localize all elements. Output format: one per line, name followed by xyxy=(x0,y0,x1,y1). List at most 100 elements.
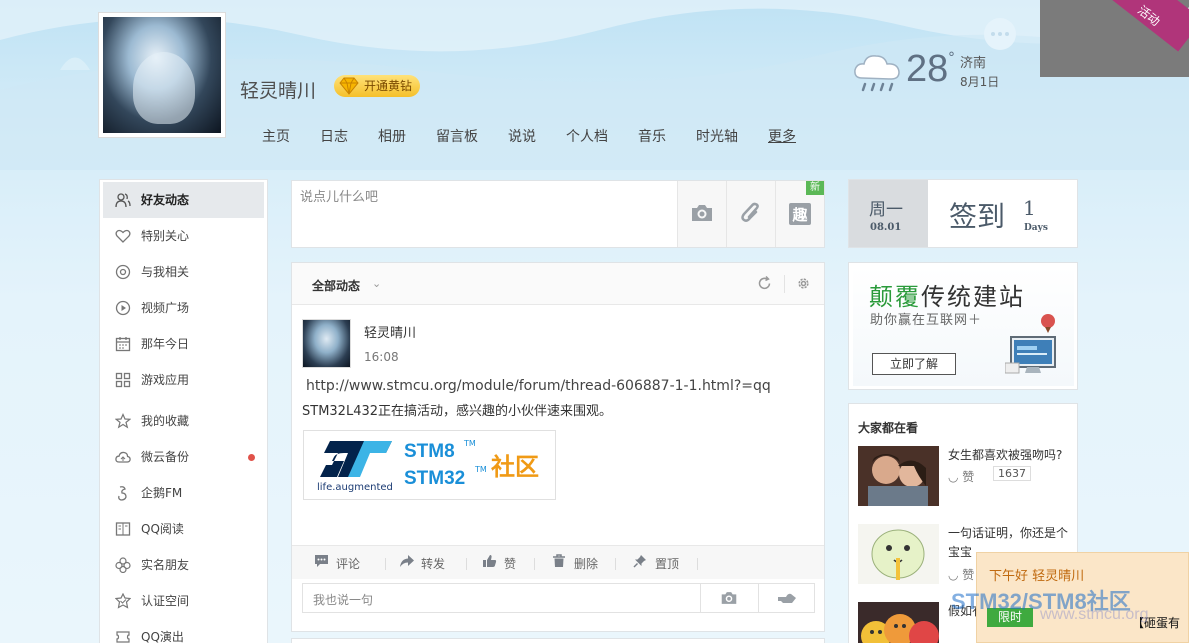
comment-label: 评论 xyxy=(336,557,361,571)
sidebar-item-video[interactable]: 视频广场 xyxy=(100,290,267,326)
reply-photo-button[interactable] xyxy=(700,584,758,612)
sidebar-item-label: 游戏应用 xyxy=(141,373,190,387)
corner-ad-label: 活动 xyxy=(1107,0,1189,52)
sidebar-item-special-care[interactable]: 特别关心 xyxy=(100,218,267,254)
trending-like[interactable]: ◡ 赞 xyxy=(948,468,974,485)
ad-subtitle: 助你赢在互联网＋ xyxy=(870,313,983,328)
nav-blog[interactable]: 日志 xyxy=(320,126,348,146)
sidebar-item-real-name-friends[interactable]: 实名朋友 xyxy=(100,547,267,583)
fm-icon xyxy=(118,486,127,501)
sidebar-item-favorites[interactable]: 我的收藏 xyxy=(100,403,267,439)
refresh-icon[interactable] xyxy=(757,276,772,291)
sidebar-item-label: QQ阅读 xyxy=(141,522,184,536)
sidebar-item-qq-reading[interactable]: QQ阅读 xyxy=(100,511,267,547)
sidebar-item-label: 特别关心 xyxy=(141,229,190,243)
corner-ad[interactable]: 活动 xyxy=(1040,0,1189,77)
new-badge: 新 xyxy=(806,181,824,195)
sidebar-item-label: QQ演出 xyxy=(141,630,184,643)
ad-title-highlight: 颠覆 xyxy=(869,283,921,311)
like-button[interactable]: 赞 xyxy=(482,555,516,572)
feed-filter-dropdown[interactable]: 全部动态 xyxy=(312,277,360,294)
weather-date: 8月1日 xyxy=(960,75,1000,89)
nav-home[interactable]: 主页 xyxy=(262,126,290,146)
sidebar-item-friends-feed[interactable]: 好友动态 xyxy=(103,182,264,218)
hand-icon xyxy=(778,593,796,603)
nav-guestbook[interactable]: 留言板 xyxy=(436,126,478,146)
sidebar-item-qq-shows[interactable]: QQ演出 xyxy=(100,619,267,643)
st-logo-icon xyxy=(320,441,392,477)
stm8-label: STM8 xyxy=(404,441,455,462)
trash-icon xyxy=(553,554,565,567)
friends-icon xyxy=(115,193,131,208)
checkin-widget[interactable]: 周一 08.01 签到 1 Days xyxy=(848,179,1078,248)
weather-degree: ° xyxy=(948,50,955,66)
post-link[interactable]: http://www.stmcu.org/module/forum/thread… xyxy=(306,378,771,394)
weather-temperature: 28 xyxy=(906,48,949,90)
status-composer: 说点儿什么吧 趣 新 xyxy=(291,180,825,248)
nav-music[interactable]: 音乐 xyxy=(638,126,666,146)
fun-icon: 趣 xyxy=(789,203,811,225)
post-image[interactable]: life.augmented STM8 TM STM32 TM 社区 xyxy=(303,430,556,500)
pin-icon xyxy=(633,555,646,568)
chevron-down-icon[interactable]: ⌄ xyxy=(372,277,381,290)
link-button[interactable] xyxy=(726,181,775,247)
sidebar-item-games[interactable]: 游戏应用 xyxy=(100,362,267,398)
delete-button[interactable]: 删除 xyxy=(552,554,599,572)
profile-avatar[interactable] xyxy=(98,12,226,138)
delete-label: 删除 xyxy=(574,557,599,571)
stm8-trademark: TM xyxy=(464,439,476,448)
ad-title: 颠覆传统建站 xyxy=(869,277,1025,312)
pin-button[interactable]: 置顶 xyxy=(633,555,679,572)
checkin-date: 08.01 xyxy=(870,222,902,233)
sidebar-item-on-this-day[interactable]: 那年今日 xyxy=(100,326,267,362)
nav-more[interactable]: 更多 xyxy=(768,126,796,146)
calendar-icon xyxy=(115,337,131,352)
gear-icon[interactable] xyxy=(796,276,811,291)
sidebar-item-penguin-fm[interactable]: 企鹅FM xyxy=(100,475,267,511)
sidebar-item-verified-space[interactable]: 认证空间 xyxy=(100,583,267,619)
nav-album[interactable]: 相册 xyxy=(378,126,406,146)
checkin-count: 1 xyxy=(1023,196,1036,220)
link-icon xyxy=(741,202,759,222)
nav-shuoshuo[interactable]: 说说 xyxy=(508,126,536,146)
stm32-label: STM32 xyxy=(404,468,466,489)
ad-learn-more-button[interactable]: 立即了解 xyxy=(872,353,956,375)
status-input[interactable]: 说点儿什么吧 xyxy=(300,186,378,205)
post-author-name[interactable]: 轻灵晴川 xyxy=(364,322,416,341)
book-icon xyxy=(115,522,131,536)
camera-icon xyxy=(692,205,712,221)
trending-like[interactable]: ◡ 赞 xyxy=(948,566,974,583)
checkin-button[interactable]: 签到 xyxy=(949,195,1005,235)
notification-dot xyxy=(248,454,255,461)
website-builder-ad[interactable]: 颠覆传统建站 助你赢在互联网＋ 立即了解 xyxy=(848,262,1078,390)
sidebar-item-label: 视频广场 xyxy=(141,301,190,315)
reply-input[interactable]: 我也说一句 xyxy=(313,591,373,608)
vip-button[interactable]: 开通黄钻 xyxy=(334,75,421,97)
vip-label: 开通黄钻 xyxy=(364,79,413,93)
trending-thumbnail[interactable] xyxy=(858,524,939,584)
post-time: 16:08 xyxy=(364,350,399,364)
like-label: 赞 xyxy=(504,557,517,571)
feed-header: 全部动态 ⌄ xyxy=(292,263,824,305)
nav-timeline[interactable]: 时光轴 xyxy=(696,126,738,146)
trending-thumbnail[interactable] xyxy=(858,446,939,506)
fun-icon-label: 趣 xyxy=(791,206,808,224)
sidebar-item-label: 我的收藏 xyxy=(141,414,190,428)
nav-profile[interactable]: 个人档 xyxy=(566,126,608,146)
weather-city: 济南 xyxy=(960,56,987,71)
greeting-text: 下午好 轻灵晴川 xyxy=(989,569,1085,584)
reply-like-button[interactable] xyxy=(758,584,814,612)
profile-name[interactable]: 轻灵晴川 xyxy=(240,76,316,103)
sidebar-item-mentions[interactable]: 与我相关 xyxy=(100,254,267,290)
photo-button[interactable] xyxy=(677,181,726,247)
post-author-avatar[interactable] xyxy=(302,319,351,368)
comment-button[interactable]: 评论 xyxy=(314,555,360,572)
watermark-url: www.stmcu.org xyxy=(1040,606,1149,623)
forward-button[interactable]: 转发 xyxy=(399,555,445,572)
ad-title-rest: 传统建站 xyxy=(921,283,1025,311)
fun-button[interactable]: 趣 新 xyxy=(775,181,824,247)
sidebar-item-weiyun[interactable]: 微云备份 xyxy=(100,439,267,475)
trending-thumbnail[interactable] xyxy=(858,602,939,643)
sidebar-item-label: 与我相关 xyxy=(141,265,190,279)
checkin-day: 周一 08.01 xyxy=(849,180,928,247)
